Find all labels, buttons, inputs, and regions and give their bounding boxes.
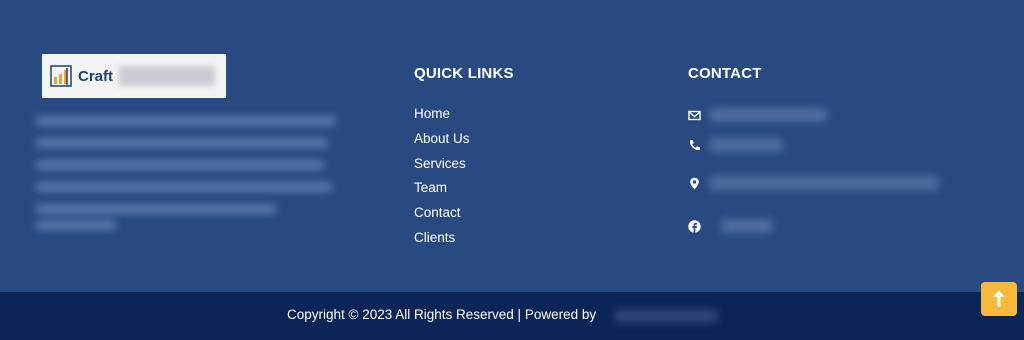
contact-address-redacted (709, 176, 939, 190)
contact-email-redacted (709, 108, 827, 122)
facebook-icon[interactable] (688, 219, 701, 233)
map-pin-icon (690, 177, 699, 189)
quick-links-heading: QUICK LINKS (414, 65, 514, 82)
powered-by-redacted[interactable] (614, 309, 718, 323)
contact-address-row[interactable] (688, 176, 939, 190)
contact-facebook-row[interactable] (688, 219, 773, 233)
quick-link-services[interactable]: Services (414, 156, 466, 171)
brand-logo[interactable]: Craft (42, 54, 226, 98)
contact-heading: CONTACT (688, 65, 762, 82)
brand-name-redacted (119, 66, 216, 86)
back-to-top-button[interactable] (981, 282, 1017, 316)
quick-link-team[interactable]: Team (414, 180, 447, 195)
brand-logo-text: Craft (78, 67, 114, 85)
copyright-text: Copyright © 2023 All Rights Reserved | P… (287, 307, 597, 322)
envelope-icon (688, 110, 701, 120)
quick-link-clients[interactable]: Clients (414, 230, 455, 245)
quick-link-contact[interactable]: Contact (414, 205, 461, 220)
quick-links-list: Home About Us Services Team Contact Clie… (414, 105, 470, 254)
brand-description-redacted (36, 110, 341, 230)
bar-chart-logo-icon (50, 65, 72, 87)
quick-link-about-us[interactable]: About Us (414, 131, 470, 146)
quick-link-home[interactable]: Home (414, 106, 450, 121)
contact-email-row[interactable] (688, 108, 827, 122)
contact-phone-row[interactable] (688, 138, 783, 152)
contact-phone-redacted (709, 138, 783, 152)
contact-facebook-redacted (721, 219, 773, 233)
phone-icon (689, 139, 700, 150)
arrow-up-icon (993, 290, 1005, 307)
